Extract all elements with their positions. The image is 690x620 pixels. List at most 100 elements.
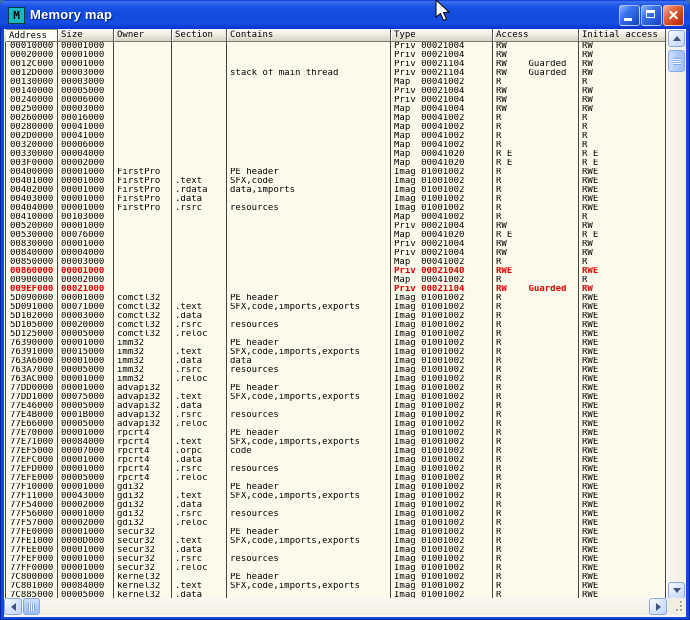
memory-row[interactable]: 0002000000001000Priv 00021004RWRW bbox=[4, 51, 667, 60]
memory-row[interactable]: 0040100000001000FirstPro.textSFX,codeIma… bbox=[4, 177, 667, 186]
memory-row[interactable]: 002D000000041000Map 00041002RR bbox=[4, 132, 667, 141]
column-header-address[interactable]: Address bbox=[6, 29, 58, 42]
memory-row[interactable]: 7C88500000005000kernel32.dataImag 010010… bbox=[4, 591, 667, 598]
cell-initial_access: R bbox=[579, 114, 666, 123]
cell-section: .text bbox=[172, 303, 227, 312]
memory-row[interactable]: 5D09100000071000comctl32.textSFX,code,im… bbox=[4, 303, 667, 312]
cell-access: RW bbox=[493, 249, 579, 258]
cell-initial_access: RWE bbox=[579, 339, 666, 348]
memory-map-icon[interactable]: M bbox=[8, 7, 25, 24]
memory-row[interactable]: 77EF500000007000rpcrt4.orpccodeImag 0100… bbox=[4, 447, 667, 456]
memory-row[interactable]: 77F5700000002000gdi32.relocImag 01001002… bbox=[4, 519, 667, 528]
memory-row[interactable]: 0013000000003000Map 00041002RR bbox=[4, 78, 667, 87]
column-header-owner[interactable]: Owner bbox=[114, 29, 172, 42]
scroll-up-button[interactable] bbox=[668, 30, 685, 47]
cell-initial_access: RWE bbox=[579, 438, 666, 447]
memory-row[interactable]: 77EFE00000005000rpcrt4.relocImag 0100100… bbox=[4, 474, 667, 483]
cell-type: Imag 01001002 bbox=[391, 573, 493, 582]
scroll-down-button[interactable] bbox=[668, 582, 685, 599]
memory-row[interactable]: 77DD000000001000advapi32PE headerImag 01… bbox=[4, 384, 667, 393]
vertical-scroll-thumb[interactable] bbox=[668, 50, 685, 72]
memory-row[interactable]: 0012C00000001000Priv 00021104RW GuardedR… bbox=[4, 60, 667, 69]
memory-row[interactable]: 5D12500000005000comctl32.relocImag 01001… bbox=[4, 330, 667, 339]
scroll-right-button[interactable] bbox=[649, 598, 667, 615]
cell-initial_access: RWE bbox=[579, 519, 666, 528]
column-header-initial_access[interactable]: Initial access bbox=[579, 29, 666, 42]
memory-row[interactable]: 77E4600000005000advapi32.dataImag 010010… bbox=[4, 402, 667, 411]
memory-row[interactable]: 7C80000000001000kernel32PE headerImag 01… bbox=[4, 573, 667, 582]
cell-type: Imag 01001002 bbox=[391, 411, 493, 420]
memory-row[interactable]: 0053000000076000Map 00041020R ER E bbox=[4, 231, 667, 240]
memory-row[interactable]: 77FF000000001000secur32.relocImag 010010… bbox=[4, 564, 667, 573]
memory-row[interactable]: 0040200000001000FirstPro.rdatadata,impor… bbox=[4, 186, 667, 195]
memory-row[interactable]: 763A700000005000imm32.rsrcresourcesImag … bbox=[4, 366, 667, 375]
memory-row[interactable]: 77EFC00000001000rpcrt4.dataImag 01001002… bbox=[4, 456, 667, 465]
vertical-scrollbar[interactable] bbox=[667, 30, 686, 599]
memory-row[interactable]: 003F000000002000Map 00041020R ER E bbox=[4, 159, 667, 168]
column-header-type[interactable]: Type bbox=[391, 29, 493, 42]
resize-grip[interactable] bbox=[667, 598, 686, 615]
memory-row[interactable]: 0084000000004000Priv 00021004RWRW bbox=[4, 249, 667, 258]
horizontal-scroll-thumb[interactable] bbox=[23, 598, 40, 615]
column-header-access[interactable]: Access bbox=[493, 29, 579, 42]
memory-row[interactable]: 7639000000001000imm32PE headerImag 01001… bbox=[4, 339, 667, 348]
memory-row[interactable]: 77E4B0000001B000advapi32.rsrcresourcesIm… bbox=[4, 411, 667, 420]
scroll-left-button[interactable] bbox=[4, 598, 22, 615]
memory-row[interactable]: 0052000000001000Priv 00021004RWRW bbox=[4, 222, 667, 231]
memory-row[interactable]: 0033000000004000Map 00041020R ER E bbox=[4, 150, 667, 159]
memory-row[interactable]: 0085000000003000Map 00041002RR bbox=[4, 258, 667, 267]
memory-row[interactable]: 77F1100000043000gdi32.textSFX,code,impor… bbox=[4, 492, 667, 501]
memory-row[interactable]: 5D09000000001000comctl32PE headerImag 01… bbox=[4, 294, 667, 303]
memory-row[interactable]: 0024000000006000Priv 00021004RWRW bbox=[4, 96, 667, 105]
memory-row[interactable]: 7C80100000084000kernel32.textSFX,code,im… bbox=[4, 582, 667, 591]
memory-row[interactable]: 5D10500000020000comctl32.rsrcresourcesIm… bbox=[4, 321, 667, 330]
memory-row[interactable]: 0025000000003000Map 00041004RWRW bbox=[4, 105, 667, 114]
cell-owner: comctl32 bbox=[114, 330, 172, 339]
memory-row[interactable]: 7639100000015000imm32.textSFX,code,impor… bbox=[4, 348, 667, 357]
memory-row[interactable]: 77FE000000001000secur32PE headerImag 010… bbox=[4, 528, 667, 537]
memory-row[interactable]: 5D10200000003000comctl32.dataImag 010010… bbox=[4, 312, 667, 321]
memory-row[interactable]: 763AC00000001000imm32.relocImag 01001002… bbox=[4, 375, 667, 384]
cell-access: RW bbox=[493, 42, 579, 51]
memory-row[interactable]: 0040000000001000FirstProPE headerImag 01… bbox=[4, 168, 667, 177]
cell-address: 00520000 bbox=[7, 222, 58, 231]
memory-row[interactable]: 0083000000001000Priv 00021004RWRW bbox=[4, 240, 667, 249]
cell-access: R bbox=[493, 456, 579, 465]
memory-row[interactable]: 77FE10000000D000secur32.textSFX,code,imp… bbox=[4, 537, 667, 546]
cell-size: 00003000 bbox=[58, 312, 114, 321]
memory-row[interactable]: 0032000000006000Map 00041002RR bbox=[4, 141, 667, 150]
memory-row[interactable]: 009EF00000021000Priv 00021104RW GuardedR… bbox=[4, 285, 667, 294]
memory-row[interactable]: 77E7100000084000rpcrt4.textSFX,code,impo… bbox=[4, 438, 667, 447]
memory-row[interactable]: 77FEE00000001000secur32.dataImag 0100100… bbox=[4, 546, 667, 555]
memory-row[interactable]: 77F5400000002000gdi32.dataImag 01001002R… bbox=[4, 501, 667, 510]
memory-row[interactable]: 77F1000000001000gdi32PE headerImag 01001… bbox=[4, 483, 667, 492]
cell-owner: rpcrt4 bbox=[114, 465, 172, 474]
horizontal-scrollbar[interactable] bbox=[4, 598, 667, 615]
column-header-size[interactable]: Size bbox=[58, 29, 114, 42]
memory-row[interactable]: 77EFD00000001000rpcrt4.rsrcresourcesImag… bbox=[4, 465, 667, 474]
cell-contains: SFX,code,imports,exports bbox=[227, 393, 391, 402]
column-header-contains[interactable]: Contains bbox=[227, 29, 391, 42]
memory-row[interactable]: 0040300000001000FirstPro.dataImag 010010… bbox=[4, 195, 667, 204]
close-button[interactable] bbox=[663, 5, 684, 26]
column-header-section[interactable]: Section bbox=[172, 29, 227, 42]
memory-row[interactable]: 763A600000001000imm32.datadataImag 01001… bbox=[4, 357, 667, 366]
title-bar[interactable]: M Memory map bbox=[0, 0, 690, 29]
memory-row[interactable]: 0014000000005000Priv 00021004RWRW bbox=[4, 87, 667, 96]
memory-row[interactable]: 0086000000001000Priv 00021040RWERWE bbox=[4, 267, 667, 276]
memory-row[interactable]: 77E7000000001000rpcrt4PE headerImag 0100… bbox=[4, 429, 667, 438]
memory-row[interactable]: 77F5600000001000gdi32.rsrcresourcesImag … bbox=[4, 510, 667, 519]
memory-row[interactable]: 77E6600000005000advapi32.relocImag 01001… bbox=[4, 420, 667, 429]
memory-row[interactable]: 0026000000016000Map 00041002RR bbox=[4, 114, 667, 123]
window-buttons bbox=[618, 5, 684, 26]
memory-row[interactable]: 77DD100000075000advapi32.textSFX,code,im… bbox=[4, 393, 667, 402]
memory-row[interactable]: 0040400000001000FirstPro.rsrcresourcesIm… bbox=[4, 204, 667, 213]
memory-row[interactable]: 0028000000041000Map 00041002RR bbox=[4, 123, 667, 132]
memory-row[interactable]: 0090000000002000Map 00041002RR bbox=[4, 276, 667, 285]
memory-row[interactable]: 0041000000103000Map 00041002RR bbox=[4, 213, 667, 222]
maximize-button[interactable] bbox=[641, 5, 662, 26]
minimize-button[interactable] bbox=[619, 5, 640, 26]
memory-row[interactable]: 0012D00000003000stack of main threadPriv… bbox=[4, 69, 667, 78]
memory-row[interactable]: 0001000000001000Priv 00021004RWRW bbox=[4, 42, 667, 51]
memory-row[interactable]: 77FEF00000001000secur32.rsrcresourcesIma… bbox=[4, 555, 667, 564]
